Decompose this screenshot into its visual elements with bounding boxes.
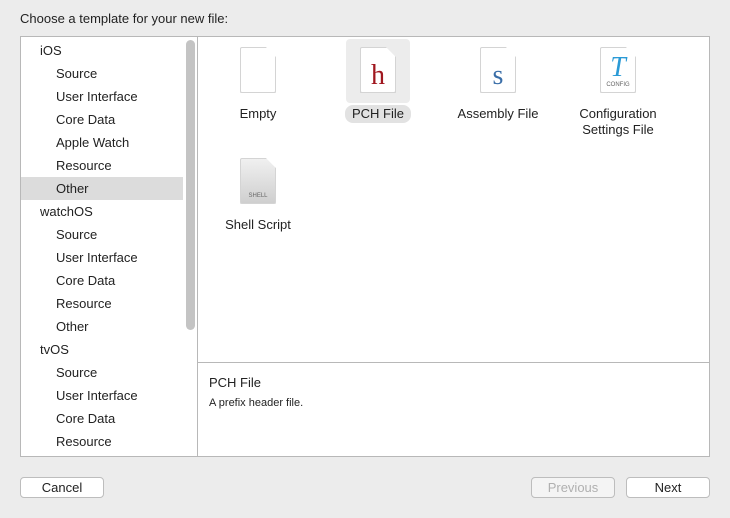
- template-label: Shell Script: [225, 217, 291, 232]
- sidebar-group[interactable]: iOS: [21, 39, 183, 62]
- sidebar-item[interactable]: Other: [21, 177, 183, 200]
- description-text: A prefix header file.: [209, 397, 304, 409]
- sidebar-item[interactable]: User Interface: [21, 246, 183, 269]
- sidebar-item[interactable]: Source: [21, 223, 183, 246]
- description-title: PCH File: [209, 375, 262, 390]
- sidebar-item[interactable]: Core Data: [21, 108, 183, 131]
- sidebar-group[interactable]: tvOS: [21, 338, 183, 361]
- config-file-icon: T CONFIG: [586, 39, 650, 103]
- sidebar-item[interactable]: Source: [21, 62, 183, 85]
- cancel-button[interactable]: Cancel: [20, 477, 104, 498]
- sidebar-item[interactable]: Resource: [21, 430, 183, 453]
- sidebar-item[interactable]: Resource: [21, 154, 183, 177]
- template-grid: Empty h PCH File s Assembly File T CONFIG Confi…: [198, 37, 709, 363]
- sidebar-item[interactable]: Core Data: [21, 407, 183, 430]
- template-label: Configuration Settings File: [579, 106, 657, 137]
- sidebar-item[interactable]: User Interface: [21, 384, 183, 407]
- sidebar-item[interactable]: User Interface: [21, 85, 183, 108]
- sidebar-item[interactable]: Core Data: [21, 269, 183, 292]
- category-sidebar: iOS Source User Interface Core Data Apple Wa…: [21, 37, 198, 456]
- template-label: Empty: [239, 106, 277, 121]
- icon-badge: SHELL: [248, 193, 268, 199]
- icon-badge: CONFIG: [606, 82, 630, 88]
- template-label: Assembly File: [457, 106, 539, 121]
- sidebar-item[interactable]: Apple Watch: [21, 131, 183, 154]
- previous-button[interactable]: Previous: [531, 477, 615, 498]
- template-item[interactable]: h PCH File: [318, 39, 438, 123]
- sidebar-group[interactable]: watchOS: [21, 200, 183, 223]
- template-label: PCH File: [344, 105, 411, 123]
- template-item[interactable]: Empty: [198, 39, 318, 123]
- template-chooser: iOS Source User Interface Core Data Apple Wa…: [20, 36, 710, 457]
- sidebar-item[interactable]: Source: [21, 361, 183, 384]
- sidebar-scrollbar[interactable]: [186, 40, 195, 330]
- sidebar-item[interactable]: Other: [21, 315, 183, 338]
- empty-file-icon: [226, 39, 290, 103]
- next-button[interactable]: Next: [626, 477, 710, 498]
- template-description: PCH File A prefix header file.: [209, 375, 303, 409]
- shell-script-icon: SHELL: [226, 150, 290, 214]
- pch-file-icon: h: [346, 39, 410, 103]
- template-item[interactable]: T CONFIG Configuration Settings File: [558, 39, 678, 139]
- dialog-title: Choose a template for your new file:: [20, 11, 229, 26]
- template-item[interactable]: s Assembly File: [438, 39, 558, 123]
- assembly-file-icon: s: [466, 39, 530, 103]
- sidebar-item[interactable]: Resource: [21, 292, 183, 315]
- template-item[interactable]: SHELL Shell Script: [198, 150, 318, 234]
